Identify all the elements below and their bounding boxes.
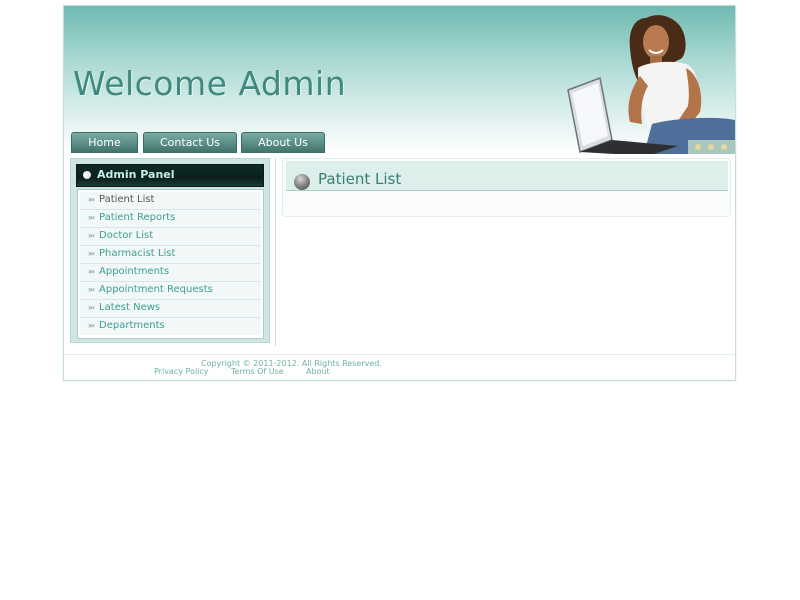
sidebar-item-label: Appointment Requests: [99, 284, 213, 295]
sidebar-item-appointments[interactable]: »› Appointments: [80, 264, 261, 282]
double-chevron-icon: »›: [88, 249, 95, 258]
sidebar-item-departments[interactable]: »› Departments: [80, 318, 261, 335]
sidebar-item-label: Pharmacist List: [99, 248, 176, 259]
footer-divider: [64, 354, 735, 355]
sidebar-item-doctor-list[interactable]: »› Doctor List: [80, 228, 261, 246]
double-chevron-icon: »›: [88, 285, 95, 294]
globe-icon: [294, 174, 310, 190]
sidebar-item-label: Latest News: [99, 302, 161, 313]
privacy-policy-link[interactable]: Privacy Policy: [154, 367, 209, 376]
admin-panel-title: Admin Panel: [97, 168, 175, 181]
about-link[interactable]: About: [306, 367, 330, 376]
sidebar-item-label: Appointments: [99, 266, 170, 277]
sidebar-item-pharmacist-list[interactable]: »› Pharmacist List: [80, 246, 261, 264]
sidebar-item-appointment-requests[interactable]: »› Appointment Requests: [80, 282, 261, 300]
double-chevron-icon: »›: [88, 303, 95, 312]
content-header: Patient List: [286, 161, 728, 191]
bullet-icon: [83, 171, 91, 179]
page-title: Welcome Admin: [73, 64, 347, 103]
sidebar-item-patient-reports[interactable]: »› Patient Reports: [80, 210, 261, 228]
main-content: Patient List: [282, 158, 731, 217]
terms-of-use-link[interactable]: Terms Of Use: [231, 367, 284, 376]
sidebar-item-label: Doctor List: [99, 230, 154, 241]
double-chevron-icon: »›: [88, 267, 95, 276]
sidebar-item-label: Patient Reports: [99, 212, 176, 223]
content-title: Patient List: [318, 170, 402, 188]
copyright-text: Copyright © 2011-2012. All Rights Reserv…: [201, 359, 382, 368]
sidebar-item-latest-news[interactable]: »› Latest News: [80, 300, 261, 318]
sidebar-item-label: Departments: [99, 320, 165, 331]
admin-menu: »› Patient List »› Patient Reports »› Do…: [77, 189, 264, 339]
column-divider: [275, 158, 276, 346]
double-chevron-icon: »›: [88, 213, 95, 222]
sidebar-item-label: Patient List: [99, 194, 155, 205]
tab-contact-us[interactable]: Contact Us: [143, 132, 237, 153]
double-chevron-icon: »›: [88, 195, 95, 204]
admin-sidebar: Admin Panel »› Patient List »› Patient R…: [70, 158, 270, 343]
page-frame: Welcome Admin Home Contact Us About Us A…: [63, 5, 736, 381]
tab-home[interactable]: Home: [71, 132, 138, 153]
sidebar-item-patient-list[interactable]: »› Patient List: [80, 192, 261, 210]
header-banner: Welcome Admin Home Contact Us About Us: [64, 6, 735, 154]
double-chevron-icon: »›: [88, 231, 95, 240]
admin-panel-header: Admin Panel: [76, 164, 264, 187]
double-chevron-icon: »›: [88, 321, 95, 330]
tab-about-us[interactable]: About Us: [241, 132, 325, 153]
woman-with-laptop-image: [567, 15, 735, 154]
